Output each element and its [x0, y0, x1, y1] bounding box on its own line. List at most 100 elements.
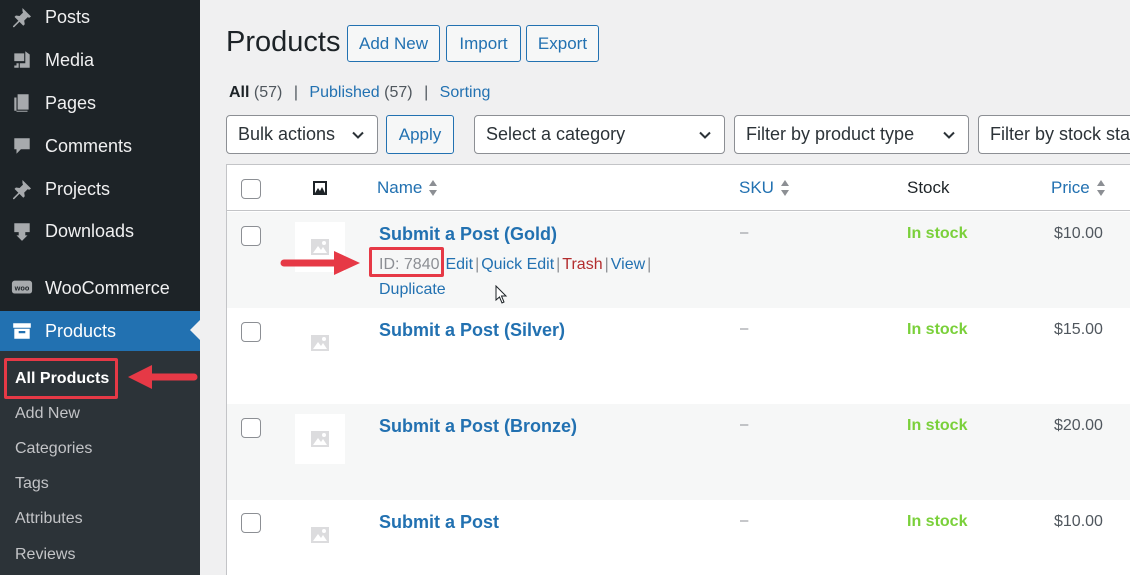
- sidebar-item-comments[interactable]: Comments: [0, 126, 200, 166]
- stock-status: In stock: [907, 417, 968, 434]
- image-column-icon: [313, 181, 327, 195]
- select-all-checkbox[interactable]: [241, 179, 261, 199]
- add-new-button[interactable]: Add New: [347, 25, 440, 62]
- product-price: $15.00: [1054, 321, 1103, 338]
- product-id-highlight-box: [369, 247, 444, 277]
- product-thumbnail[interactable]: [295, 318, 345, 368]
- column-price-label: Price: [1051, 178, 1090, 197]
- product-sku: –: [740, 224, 749, 241]
- arrow-left-icon: [128, 365, 198, 389]
- image-placeholder-icon: [311, 431, 329, 447]
- sidebar-item-label: Pages: [45, 92, 97, 113]
- action-separator: |: [475, 256, 480, 273]
- all-products-highlight-box: [4, 358, 118, 399]
- product-price: $10.00: [1054, 225, 1103, 242]
- sidebar-item-label: Media: [45, 49, 95, 70]
- sort-icon: [1096, 180, 1105, 196]
- column-sku-label: SKU: [739, 178, 774, 197]
- quick-edit-link[interactable]: Quick Edit: [481, 256, 554, 273]
- product-sku: –: [740, 416, 749, 433]
- product-price: $10.00: [1054, 513, 1103, 530]
- view-sorting-link[interactable]: Sorting: [440, 84, 491, 101]
- view-link[interactable]: View: [611, 256, 645, 273]
- arrow-right-icon: [280, 251, 360, 275]
- table-row: Submit a Post – In stock $10.00: [227, 500, 1130, 575]
- column-price-header[interactable]: Price: [1051, 178, 1106, 198]
- edit-link[interactable]: Edit: [445, 256, 473, 273]
- chevron-down-icon: [699, 131, 711, 139]
- main-content: Products Add New Import Export All (57) …: [200, 0, 1130, 575]
- sidebar-item-downloads[interactable]: Downloads: [0, 211, 200, 251]
- product-sku: –: [740, 512, 749, 529]
- table-row: Submit a Post (Silver) – In stock $15.00: [227, 308, 1130, 404]
- submenu-reviews[interactable]: Reviews: [15, 546, 75, 564]
- sidebar-item-media[interactable]: Media: [0, 40, 200, 80]
- stock-status: In stock: [907, 321, 968, 338]
- product-sku: –: [740, 320, 749, 337]
- column-stock-label: Stock: [907, 178, 950, 197]
- sort-icon: [429, 180, 438, 196]
- sidebar-item-pages[interactable]: Pages: [0, 83, 200, 123]
- category-value: Select a category: [486, 124, 626, 144]
- sidebar-item-label: Projects: [45, 178, 111, 199]
- bulk-actions-select[interactable]: Bulk actions: [226, 115, 378, 154]
- row-checkbox[interactable]: [241, 322, 261, 342]
- export-button[interactable]: Export: [526, 25, 599, 62]
- stock-status: In stock: [907, 225, 968, 242]
- stock-status: In stock: [907, 513, 968, 530]
- sidebar-item-products[interactable]: Products: [0, 311, 200, 351]
- view-published-count: (57): [384, 84, 413, 101]
- submenu-tags[interactable]: Tags: [15, 475, 49, 493]
- column-sku-header[interactable]: SKU: [739, 178, 790, 198]
- chevron-down-icon: [943, 131, 955, 139]
- product-name-link[interactable]: Submit a Post (Silver): [379, 320, 565, 341]
- woo-badge-text: woo: [14, 283, 30, 292]
- table-row: Submit a Post (Bronze) – In stock $20.00: [227, 404, 1130, 500]
- product-name-link[interactable]: Submit a Post: [379, 512, 499, 533]
- submenu-add-new[interactable]: Add New: [15, 405, 80, 423]
- view-separator: |: [293, 84, 298, 101]
- products-table: Name SKU Stock Price Submit a Post (Gold…: [226, 164, 1130, 575]
- current-menu-notch: [190, 320, 200, 340]
- product-thumbnail[interactable]: [295, 414, 345, 464]
- submenu-attributes[interactable]: Attributes: [15, 510, 83, 528]
- row-checkbox[interactable]: [241, 226, 261, 246]
- product-thumbnail[interactable]: [295, 510, 345, 560]
- sidebar-item-label: Comments: [45, 135, 133, 156]
- stock-status-select[interactable]: Filter by stock status: [978, 115, 1130, 154]
- archive-icon: [10, 319, 34, 343]
- import-button[interactable]: Import: [446, 25, 521, 62]
- download-icon: [10, 219, 34, 243]
- submenu-categories[interactable]: Categories: [15, 440, 92, 458]
- chevron-down-icon: [352, 131, 364, 139]
- column-stock-header: Stock: [907, 178, 950, 198]
- woo-icon: woo: [10, 276, 34, 300]
- stock-status-value: Filter by stock status: [990, 124, 1130, 144]
- image-placeholder-icon: [311, 335, 329, 351]
- sidebar-item-label: Products: [45, 320, 117, 341]
- view-published-link[interactable]: Published: [309, 84, 379, 101]
- row-checkbox[interactable]: [241, 418, 261, 438]
- sidebar-item-posts[interactable]: Posts: [0, 0, 200, 37]
- mouse-cursor-icon: [495, 285, 508, 304]
- image-placeholder-icon: [311, 527, 329, 543]
- page-title: Products: [226, 26, 341, 58]
- sort-icon: [780, 180, 789, 196]
- product-name-link[interactable]: Submit a Post (Bronze): [379, 416, 577, 437]
- product-name-link[interactable]: Submit a Post (Gold): [379, 224, 557, 245]
- action-separator: |: [556, 256, 561, 273]
- product-type-select[interactable]: Filter by product type: [734, 115, 969, 154]
- pin-icon: [10, 5, 34, 29]
- row-checkbox[interactable]: [241, 513, 261, 533]
- admin-sidebar: Posts Media Pages Comments Projects Down…: [0, 0, 200, 575]
- duplicate-link[interactable]: Duplicate: [379, 281, 446, 298]
- table-header: Name SKU Stock Price: [227, 165, 1130, 211]
- category-select[interactable]: Select a category: [474, 115, 725, 154]
- apply-button[interactable]: Apply: [386, 115, 454, 154]
- column-name-header[interactable]: Name: [377, 178, 438, 198]
- sidebar-item-woocommerce[interactable]: woo WooCommerce: [0, 268, 200, 308]
- trash-link[interactable]: Trash: [562, 256, 602, 273]
- view-all-link[interactable]: All: [229, 84, 249, 101]
- sidebar-item-projects[interactable]: Projects: [0, 169, 200, 209]
- views-filter: All (57) | Published (57) | Sorting: [229, 84, 490, 102]
